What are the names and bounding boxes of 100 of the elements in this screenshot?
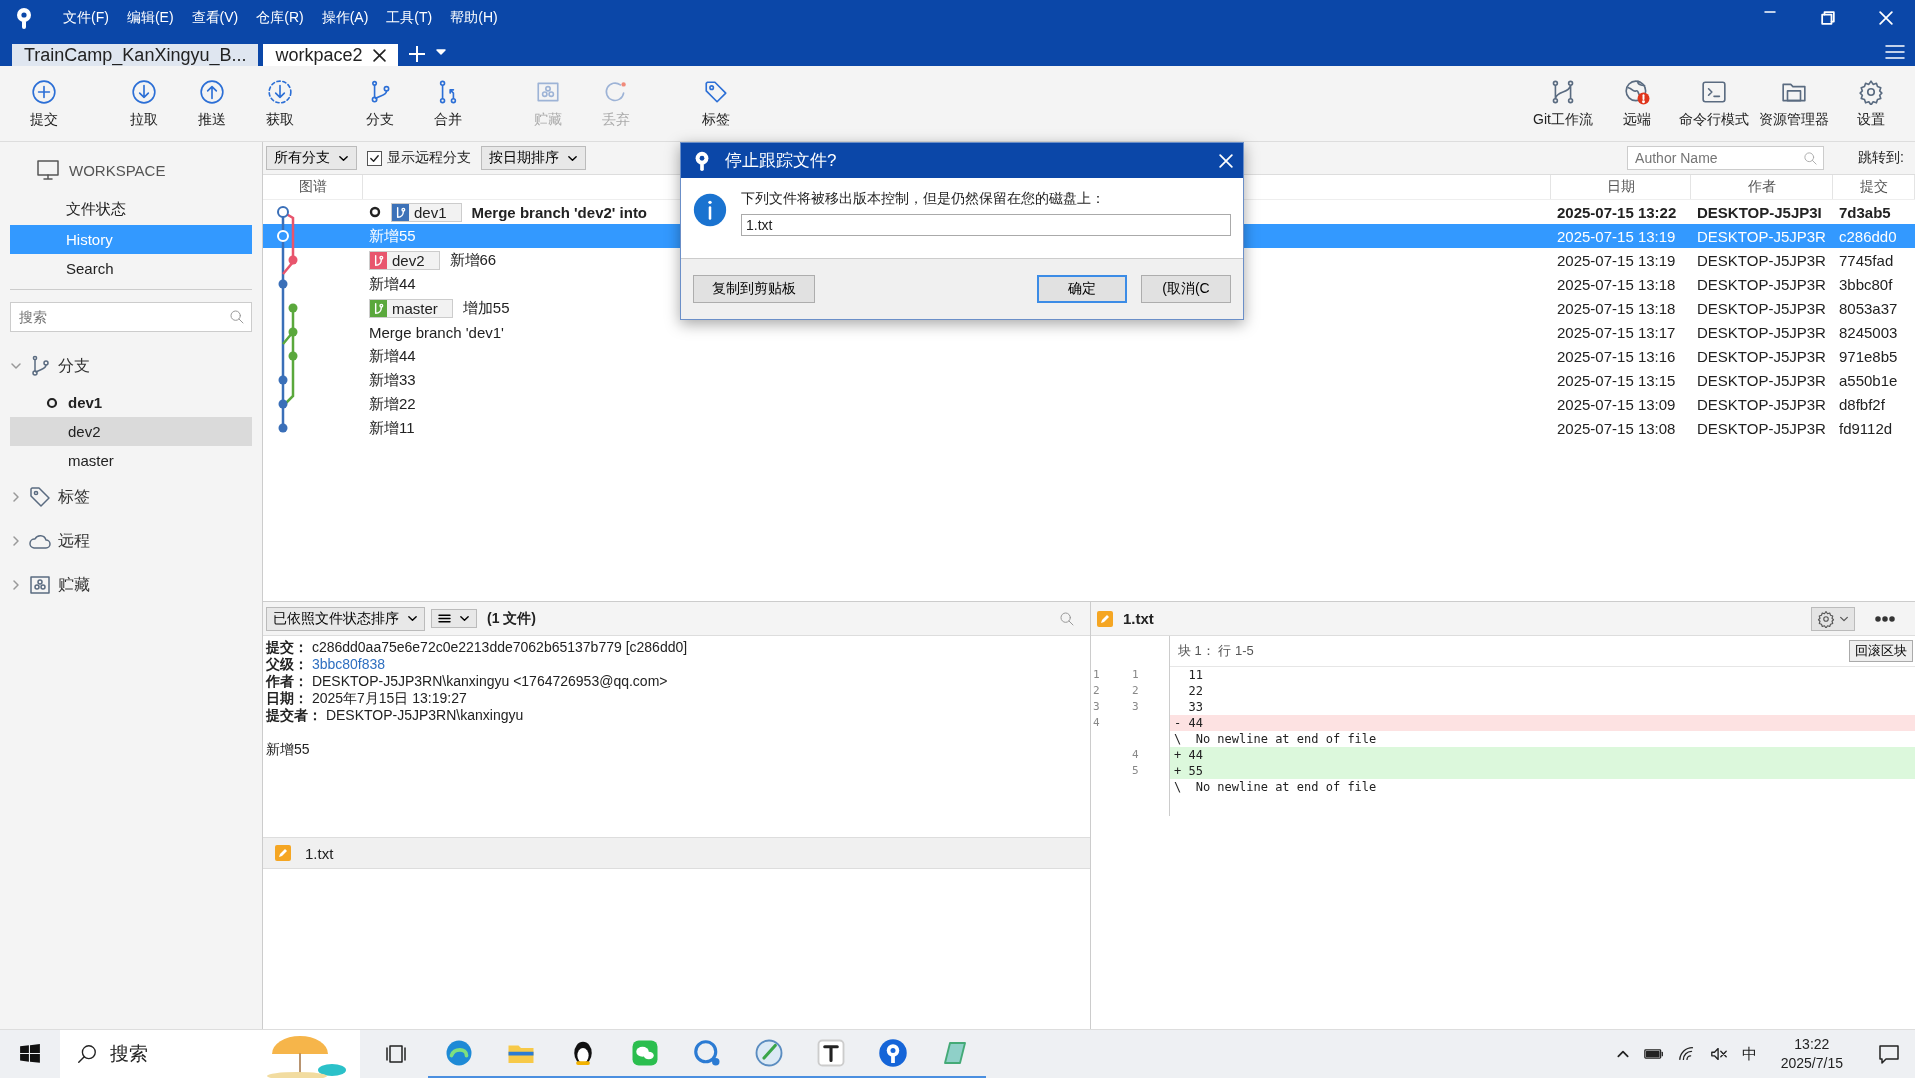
sort-dropdown[interactable]: 按日期排序 [481, 146, 586, 170]
sidebar-item[interactable]: 文件状态 [10, 194, 252, 225]
tree-section[interactable]: 贮藏 [58, 574, 90, 596]
dialog-button[interactable]: (取消(C [1141, 275, 1231, 303]
table-cell-text: DESKTOP-J5JP3I [1696, 203, 1823, 221]
table-cell-text: 2025-07-15 13:15 [1556, 371, 1677, 389]
clock-date[interactable]: 2025/7/15 [1780, 1054, 1843, 1073]
toolbar-button[interactable]: 命令行模式 [1677, 74, 1751, 133]
toolbar-button[interactable]: 合并 [414, 74, 482, 133]
column-header[interactable]: 提交 [1833, 175, 1915, 199]
toolbar-button[interactable]: 远端 [1603, 74, 1671, 133]
table-cell-text: DESKTOP-J5JP3R [1696, 275, 1827, 293]
column-header[interactable]: 图谱 [263, 175, 363, 199]
commit-message: 新增55 [266, 741, 311, 758]
table-cell-text: 2025-07-15 13:08 [1556, 419, 1677, 437]
commit-message: Merge branch 'dev1' [369, 323, 504, 341]
table-cell-text: 2025-07-15 13:09 [1556, 395, 1677, 413]
toolbar-button[interactable]: 推送 [178, 74, 246, 133]
branch-item[interactable]: dev2 [68, 423, 101, 440]
detail-line: 日期： 2025年7月15日 13:19:27 [266, 690, 468, 707]
line-number: 4 [1092, 716, 1101, 731]
file-count: (1 文件) [487, 609, 536, 628]
toolbar-button[interactable]: 提交 [10, 74, 78, 133]
table-cell-text: DESKTOP-J5JP3R [1696, 347, 1827, 365]
toolbar-button[interactable]: Git工作流 [1529, 74, 1597, 133]
toolbar-button[interactable]: 设置 [1837, 74, 1905, 133]
menu-item[interactable]: 编辑(E) [117, 8, 183, 27]
sort-dropdown[interactable]: 已依照文件状态排序 [266, 606, 425, 631]
jump-label: 跳转到: [1858, 149, 1904, 167]
menu-item[interactable]: 帮助(H) [441, 8, 507, 27]
commit-message: 新增33 [369, 370, 416, 390]
branch-filter-dropdown[interactable]: 所有分支 [266, 146, 357, 170]
table-cell-text: DESKTOP-J5JP3R [1696, 227, 1827, 245]
dialog-button[interactable]: 确定 [1037, 275, 1127, 303]
dialog-message: 下列文件将被移出版本控制，但是仍然保留在您的磁盘上： [741, 190, 1106, 208]
branch-name: dev1 [414, 203, 447, 221]
table-cell-text: DESKTOP-J5JP3R [1696, 419, 1827, 437]
search-field[interactable]: 搜索 [10, 302, 252, 332]
tab[interactable]: TrainCamp_KanXingyu_B... [12, 44, 259, 66]
line-number: 5 [1131, 764, 1140, 779]
sidebar-item[interactable]: Search [10, 254, 252, 283]
table-cell-text: 2025-07-15 13:17 [1556, 323, 1677, 341]
taskbar-search-field[interactable]: 搜索 [60, 1030, 360, 1078]
menu-item[interactable]: 文件(F) [54, 8, 118, 27]
branch-item[interactable]: dev1 [68, 394, 103, 411]
toolbar-button[interactable]: 分支 [346, 74, 414, 133]
toolbar-button[interactable]: 资源管理器 [1757, 74, 1831, 133]
menu-item[interactable]: 工具(T) [377, 8, 442, 27]
file-name[interactable]: 1.txt [305, 844, 334, 862]
detail-line: 作者： DESKTOP-J5JP3RN\kanxingyu <1764726953@qq.com> [266, 673, 669, 690]
file-list-field[interactable]: 1.txt [741, 214, 1231, 236]
search-field[interactable]: 搜索 [17, 308, 229, 326]
table-cell-text: 7d3ab5 [1838, 203, 1892, 221]
dialog-title: 停止跟踪文件? [725, 150, 837, 172]
line-number: 1 [1092, 668, 1101, 683]
commit-message: 新增44 [369, 274, 416, 294]
toolbar-button[interactable]: 标签 [682, 74, 750, 133]
branch-item[interactable]: master [68, 452, 114, 469]
commit-message: 新增22 [369, 394, 416, 414]
table-cell-text: 2025-07-15 13:19 [1556, 227, 1677, 245]
line-number: 2 [1092, 684, 1101, 699]
table-cell-text: 2025-07-15 13:18 [1556, 275, 1677, 293]
tab[interactable]: workpace2 [263, 44, 398, 66]
toolbar-button[interactable]: 获取 [246, 74, 314, 133]
tree-section[interactable]: 标签 [58, 486, 90, 508]
input-method-indicator[interactable]: 中 [1741, 1044, 1757, 1064]
menu-item[interactable]: 操作(A) [312, 8, 378, 27]
dialog-button[interactable]: 复制到剪贴板 [693, 275, 815, 303]
branch-name: master [392, 299, 438, 317]
toolbar-button[interactable]: 拉取 [110, 74, 178, 133]
clock-time[interactable]: 13:22 [1794, 1035, 1830, 1054]
menu-item[interactable]: 查看(V) [182, 8, 248, 27]
menu-item[interactable]: 仓库(R) [247, 8, 313, 27]
branch-name: dev2 [392, 251, 425, 269]
table-cell-text: fd9112d [1838, 419, 1894, 437]
tree-section[interactable]: 分支 [58, 355, 90, 377]
commit-link[interactable]: 3bbc80f838 [311, 656, 386, 672]
line-number: 2 [1131, 684, 1140, 699]
table-cell-text: 8245003 [1838, 323, 1899, 341]
table-cell-text: 971e8b5 [1838, 347, 1899, 365]
line-number: 3 [1131, 700, 1140, 715]
table-cell-text: c286dd0 [1838, 227, 1898, 245]
table-cell-text: 2025-07-15 13:22 [1556, 203, 1678, 221]
detail-line: 提交： c286dd0aa75e6e72c0e2213dde7062b65137b779 [c286dd0] [266, 639, 689, 656]
table-cell-text: 7745fad [1838, 251, 1895, 269]
column-header[interactable]: 作者 [1691, 175, 1833, 199]
line-number: 3 [1092, 700, 1101, 715]
checkbox-label: 显示远程分支 [387, 149, 471, 167]
revert-hunk-button[interactable]: 回滚区块 [1849, 640, 1913, 662]
commit-message: 增加55 [462, 298, 510, 318]
table-cell-text: DESKTOP-J5JP3R [1696, 395, 1827, 413]
file-name: 1.txt [1123, 610, 1154, 627]
table-cell-text: d8fbf2f [1838, 395, 1886, 413]
table-cell-text: DESKTOP-J5JP3R [1696, 251, 1827, 269]
commit-message: Merge branch 'dev2' into [471, 203, 648, 221]
column-header[interactable]: 日期 [1551, 175, 1691, 199]
author-search-field[interactable]: Author Name [1627, 146, 1825, 170]
commit-message: 新增44 [369, 346, 416, 366]
line-number: 4 [1131, 748, 1140, 763]
tree-section[interactable]: 远程 [58, 530, 90, 552]
